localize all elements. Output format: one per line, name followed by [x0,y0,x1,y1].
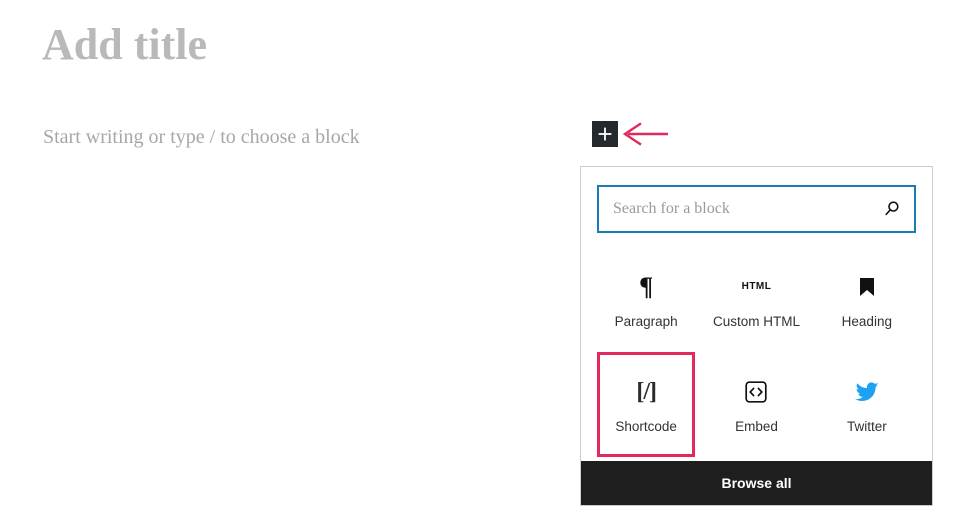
paragraph-pilcrow-icon: ¶ [639,271,654,301]
default-block-placeholder[interactable]: Start writing or type / to choose a bloc… [43,124,360,150]
block-item-label: Heading [841,313,892,329]
search-input[interactable] [599,187,914,231]
editor-canvas: Add title Start writing or type / to cho… [0,0,969,518]
html-icon: HTML [741,281,772,292]
heading-bookmark-icon [857,270,877,304]
browse-all-button[interactable]: Browse all [581,461,932,505]
block-inserter-popover: ¶ Paragraph HTML Custom HTML Heading [580,166,933,506]
block-item-embed[interactable]: Embed [707,352,805,457]
search-field[interactable] [597,185,916,233]
shortcode-icon: [/] [636,378,657,405]
search-container [581,167,932,233]
block-item-label: Custom HTML [712,313,800,329]
block-item-label: Embed [735,418,778,434]
block-item-twitter[interactable]: Twitter [818,352,916,457]
block-inserter-toggle-button[interactable] [592,121,618,147]
embed-code-icon [745,375,768,409]
twitter-bird-icon [854,375,880,409]
annotation-arrow-left [620,121,670,147]
block-item-custom-html[interactable]: HTML Custom HTML [707,247,805,352]
block-item-paragraph[interactable]: ¶ Paragraph [597,247,695,352]
block-item-label: Paragraph [614,313,678,329]
plus-icon [597,126,613,142]
search-icon[interactable] [882,199,902,219]
block-types-grid: ¶ Paragraph HTML Custom HTML Heading [/]… [581,233,932,461]
block-item-heading[interactable]: Heading [818,247,916,352]
block-item-label: Shortcode [615,418,677,434]
block-item-shortcode[interactable]: [/] Shortcode [597,352,696,457]
post-title-placeholder[interactable]: Add title [42,18,207,72]
block-item-label: Twitter [846,418,887,434]
